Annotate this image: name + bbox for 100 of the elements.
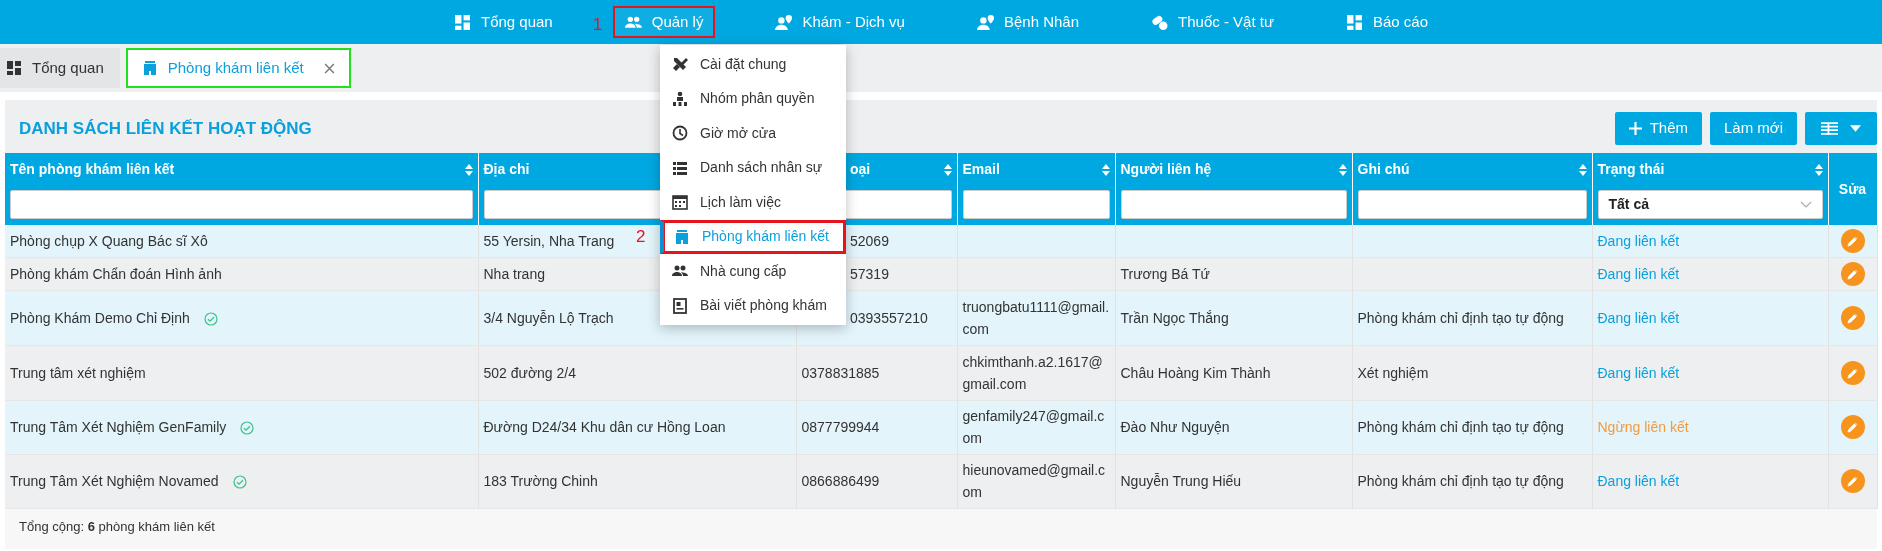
contact-name: Trần Ngọc Thắng	[1120, 309, 1229, 326]
menu-item[interactable]: Bài viết phòng khám	[660, 288, 846, 323]
menu-item[interactable]: Nhà cung cấp	[660, 254, 846, 289]
edit-button[interactable]	[1840, 306, 1865, 330]
list-icon	[672, 159, 688, 176]
dashboard-icon	[1345, 13, 1363, 31]
org-chart-icon	[672, 90, 688, 107]
clinic-name: Trung Tâm Xét Nghiệm GenFamily	[10, 419, 227, 436]
column-header[interactable]: Tên phòng khám liên kết	[10, 159, 175, 180]
status-link[interactable]: Đang liên kết	[1597, 472, 1680, 489]
person-pin-icon	[976, 13, 994, 31]
clinic-name: Phòng chụp X Quang Bác sĩ Xô	[10, 232, 208, 249]
columns-menu-button[interactable]	[1805, 112, 1877, 145]
edit-button[interactable]	[1840, 415, 1865, 440]
building-icon	[674, 228, 690, 245]
email: chkimthanh.a2.1617@gmail.com	[962, 353, 1103, 392]
refresh-button[interactable]: Làm mới	[1710, 112, 1797, 145]
edit-button[interactable]	[1840, 469, 1865, 494]
address: Nha trang	[483, 265, 545, 282]
menu-item[interactable]: Lịch làm việc	[660, 185, 846, 220]
note: Phòng khám chỉ định tạo tự động	[1357, 419, 1564, 436]
status-link[interactable]: Đang liên kết	[1597, 364, 1680, 381]
calendar-icon	[672, 194, 688, 211]
column-header[interactable]: Email	[962, 159, 1000, 180]
address: Đường D24/34 Khu dân cư Hồng Loan	[483, 419, 726, 436]
tab[interactable]: Phòng khám liên kết	[125, 48, 351, 88]
edit-button[interactable]	[1840, 229, 1865, 253]
pencil-icon	[1847, 367, 1858, 379]
pills-icon	[1151, 13, 1169, 31]
caret-icon	[1850, 125, 1861, 132]
page-title: DANH SÁCH LIÊN KẾT HOẠT ĐỘNG	[19, 117, 312, 140]
menu-item[interactable]: Nhóm phân quyền	[660, 81, 846, 116]
pencil-icon	[1847, 235, 1858, 247]
status-link[interactable]: Đang liên kết	[1597, 265, 1680, 282]
document-icon	[672, 297, 688, 314]
nav-item[interactable]: Tổng quan	[442, 6, 565, 38]
address: 3/4 Nguyễn Lộ Trạch	[483, 309, 614, 326]
contact-name: Đào Như Nguyện	[1120, 419, 1230, 436]
nav-item[interactable]: Thuốc - Vật tư	[1139, 6, 1286, 38]
clinic-name: Phòng Khám Demo Chỉ Định	[10, 309, 190, 326]
menu-item[interactable]: Giờ mở cửa	[660, 116, 846, 151]
filter-field[interactable]	[1357, 190, 1587, 219]
status-filter-dropdown[interactable]: Tất cả	[1597, 190, 1823, 219]
note: Xét nghiệm	[1357, 364, 1429, 381]
filter-field[interactable]	[962, 190, 1110, 219]
column-header[interactable]: oại	[850, 159, 871, 180]
contact-name: Châu Hoàng Kim Thành	[1120, 364, 1271, 381]
status-link[interactable]: Đang liên kết	[1597, 309, 1680, 326]
edit-button[interactable]	[1840, 262, 1865, 286]
status-link[interactable]: Đang liên kết	[1597, 232, 1680, 249]
phone-number: 52069	[850, 231, 889, 251]
contact-name: Trương Bá Tứ	[1120, 265, 1210, 282]
phone-number: 0877799944	[801, 419, 880, 436]
person-pin-icon	[775, 13, 793, 31]
column-header: Sửa	[1838, 180, 1867, 197]
clock-icon	[672, 125, 688, 142]
nav-item[interactable]: Báo cáo	[1333, 6, 1440, 38]
menu-item[interactable]: Danh sách nhân sự	[660, 150, 846, 185]
filter-field[interactable]	[10, 190, 473, 219]
phone-number: 0866886499	[801, 472, 880, 489]
column-header[interactable]: Ghi chú	[1357, 159, 1410, 180]
filter-field[interactable]	[1120, 190, 1347, 219]
nav-item[interactable]: Bệnh Nhân	[964, 6, 1092, 38]
note: Phòng khám chỉ định tạo tự động	[1357, 472, 1564, 489]
email: truongbatu1111@gmail.com	[962, 298, 1110, 337]
chevron-icon	[1799, 201, 1812, 208]
phone-number: 0378831885	[801, 364, 880, 381]
note: Phòng khám chỉ định tạo tự động	[1357, 309, 1564, 326]
email: genfamily247@gmail.com	[962, 408, 1105, 447]
address: 183 Trường Chinh	[483, 472, 598, 489]
menu-item[interactable]: Phòng khám liên kết	[660, 219, 846, 254]
nav-item[interactable]: Khám - Dịch vụ	[763, 6, 917, 38]
clinic-name: Trung tâm xét nghiệm	[10, 364, 146, 381]
email: hieunovamed@gmail.com	[962, 461, 1106, 501]
clinic-name: Trung Tâm Xét Nghiệm Novamed	[10, 472, 219, 489]
address: 502 đường 2/4	[483, 364, 576, 381]
column-header[interactable]: Người liên hệ	[1120, 159, 1212, 180]
pencil-icon	[1847, 268, 1858, 280]
phone-number: 57319	[850, 264, 889, 284]
building-icon	[141, 60, 158, 76]
column-header[interactable]: Địa chỉ	[483, 159, 530, 180]
status-link[interactable]: Ngừng liên kết	[1597, 419, 1689, 436]
address: 55 Yersin, Nha Trang	[483, 232, 615, 249]
total-count: Tổng cộng: 6 phòng khám liên kết	[19, 518, 215, 534]
pencil-icon	[1847, 475, 1858, 487]
clinic-name: Phòng khám Chẩn đoán Hình ảnh	[10, 265, 222, 282]
pencil-icon	[1847, 312, 1858, 324]
tab[interactable]: Tổng quan	[0, 48, 120, 88]
nav-item[interactable]: Quản lý	[612, 6, 716, 38]
tools-icon	[672, 56, 688, 73]
annotation-number: 2	[636, 225, 646, 248]
column-header[interactable]: Trạng thái	[1597, 159, 1665, 180]
menu-item[interactable]: Cài đặt chung	[660, 47, 846, 82]
columns-icon	[1821, 122, 1838, 135]
add-button[interactable]: Thêm	[1614, 112, 1702, 145]
edit-button[interactable]	[1840, 361, 1865, 385]
dashboard-icon	[6, 60, 22, 76]
phone-number: 0393557210	[850, 308, 928, 328]
plus-icon	[1628, 122, 1642, 135]
annotation-number: 1	[592, 14, 603, 36]
